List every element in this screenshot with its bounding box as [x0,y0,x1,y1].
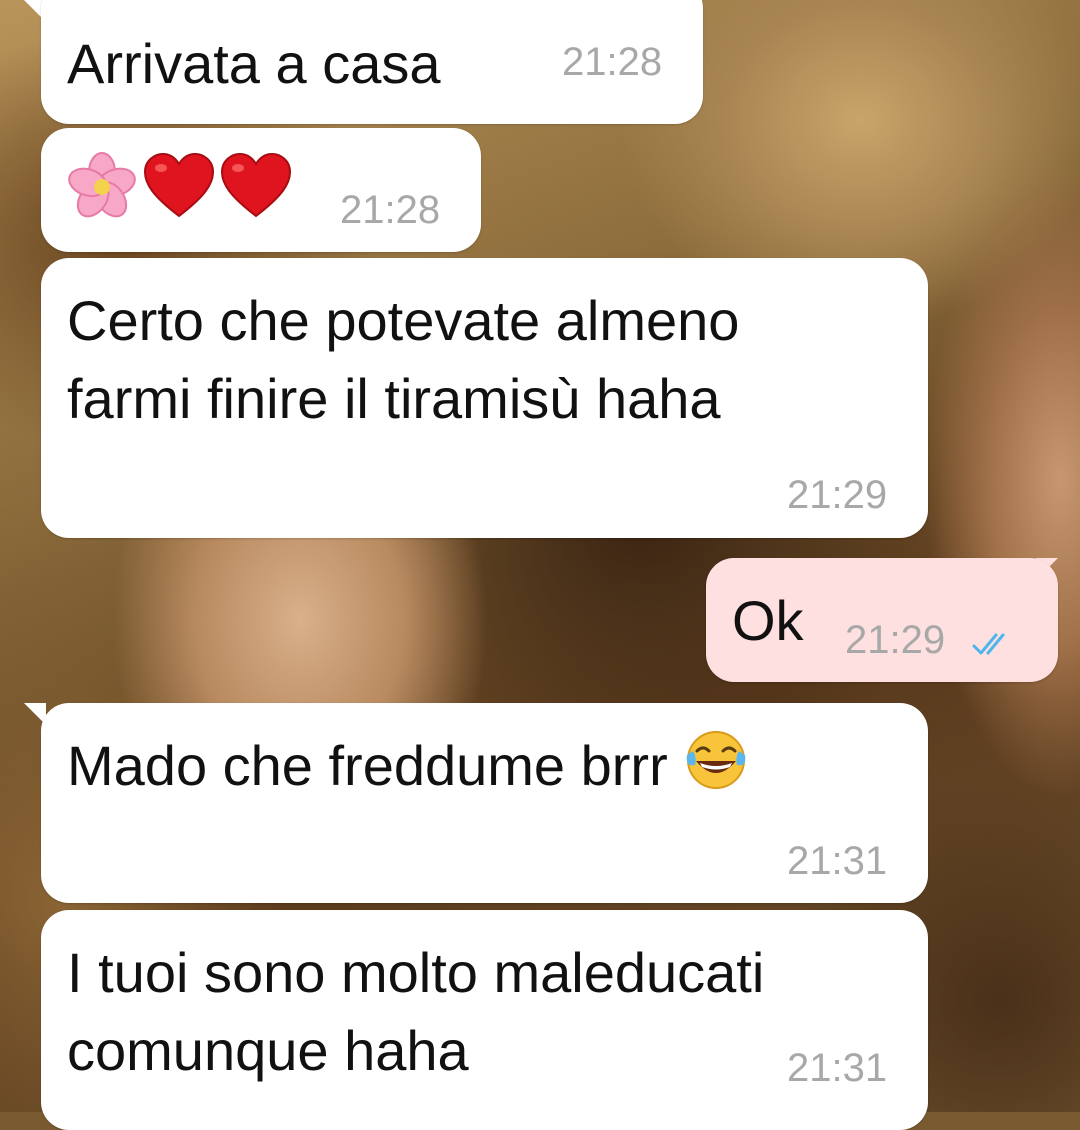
message-text: Mado che freddume brrr [67,727,749,805]
read-receipt-icon [972,633,1005,655]
message-text: Arrivata a casa [67,32,441,95]
message-text-content: Mado che freddume brrr [67,734,668,797]
red-heart-icon [144,152,215,218]
emoji-row [67,152,292,222]
message-time: 21:28 [340,188,441,232]
message-time: 21:29 [845,618,946,662]
tears-of-joy-icon [686,731,746,789]
message-text: Certo che potevate almeno farmi finire i… [67,289,740,430]
message-bubble[interactable]: Mado che freddume brrr 21:31 [41,703,928,903]
message-text: I tuoi sono molto maleducati comunque ha… [67,941,765,1082]
message-bubble-outgoing[interactable]: Ok 21:29 [706,558,1058,682]
message-bubble[interactable]: Certo che potevate almeno farmi finire i… [41,258,928,538]
message-time: 21:31 [787,839,888,883]
red-heart-icon [220,152,291,218]
message-bubble[interactable]: I tuoi sono molto maleducati comunque ha… [41,910,928,1130]
message-time: 21:29 [787,473,888,517]
message-time: 21:31 [787,1046,888,1090]
message-text: Ok [732,589,804,652]
message-bubble[interactable]: 21:28 [41,128,481,252]
message-bubble[interactable]: Arrivata a casa 21:28 [41,0,703,124]
cherry-blossom-icon [68,152,136,218]
message-time: 21:28 [562,40,663,84]
